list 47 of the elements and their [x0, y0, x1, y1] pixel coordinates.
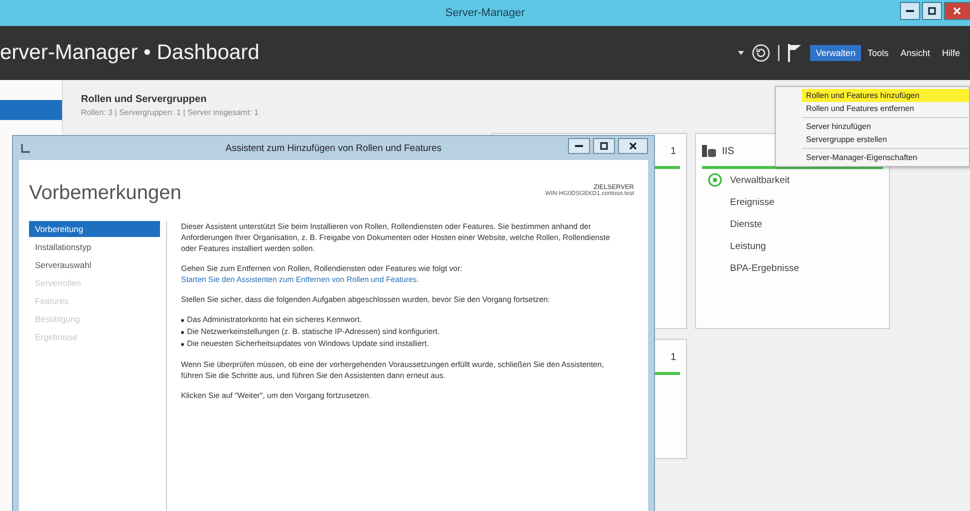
- wizard-heading: Vorbemerkungen: [29, 182, 182, 205]
- tile-link[interactable]: Dienste: [730, 218, 762, 230]
- section-title: Rollen und Servergruppen: [81, 94, 207, 105]
- page-title: erver-Manager • Dashboard: [0, 41, 260, 65]
- maximize-button[interactable]: [593, 138, 615, 154]
- minimize-icon: [906, 10, 914, 12]
- minimize-button[interactable]: [900, 2, 920, 20]
- status-ok-icon: [708, 173, 722, 187]
- minimize-icon: [575, 144, 583, 148]
- maximize-icon: [928, 7, 936, 15]
- bullet-icon: [181, 330, 184, 334]
- wizard-step[interactable]: Vorbereitung: [29, 221, 160, 237]
- section-subtitle: Rollen: 3 | Servergruppen: 1 | Server insgesamt: 1: [81, 108, 259, 117]
- bullet-icon: [181, 342, 184, 346]
- close-icon: [629, 142, 637, 150]
- dropdown-item[interactable]: Server-Manager-Eigenschaften: [802, 151, 969, 164]
- refresh-icon[interactable]: [752, 44, 770, 62]
- dropdown-item[interactable]: Server hinzufügen: [802, 120, 969, 133]
- close-icon: [953, 7, 961, 15]
- dropdown-item[interactable]: Rollen und Features entfernen: [802, 102, 969, 115]
- dropdown-item[interactable]: Servergruppe erstellen: [802, 133, 969, 146]
- menu-item[interactable]: Ansicht: [894, 45, 936, 61]
- menu-item[interactable]: Hilfe: [936, 45, 966, 61]
- divider-icon: [778, 45, 780, 61]
- dropdown-item[interactable]: Rollen und Features hinzufügen: [802, 89, 969, 102]
- wizard-step[interactable]: Serverauswahl: [29, 257, 160, 273]
- tile-count: 1: [670, 352, 676, 362]
- server-icon: [702, 145, 716, 157]
- close-button[interactable]: [618, 138, 648, 154]
- bullet-icon: [181, 318, 184, 322]
- minimize-button[interactable]: [568, 138, 590, 154]
- tile-link[interactable]: Leistung: [730, 240, 766, 252]
- tile-link[interactable]: Ereignisse: [730, 196, 774, 208]
- menu-item[interactable]: Tools: [861, 45, 894, 61]
- menu-item[interactable]: Verwalten: [810, 45, 862, 61]
- window-title: Server-Manager: [445, 7, 525, 19]
- flag-icon[interactable]: [788, 44, 802, 62]
- tile-link[interactable]: Verwaltbarkeit: [730, 174, 790, 186]
- tile-title: IIS: [722, 146, 734, 156]
- maximize-icon: [600, 142, 608, 150]
- wizard-icon: [21, 143, 31, 153]
- tile-link[interactable]: BPA-Ergebnisse: [730, 262, 799, 274]
- dialog-title: Assistent zum Hinzufügen von Rollen und Features: [226, 142, 442, 154]
- maximize-button[interactable]: [922, 2, 942, 20]
- caret-icon[interactable]: [738, 51, 744, 55]
- tile-count: 1: [670, 146, 676, 156]
- wizard-step[interactable]: Installationstyp: [29, 239, 160, 255]
